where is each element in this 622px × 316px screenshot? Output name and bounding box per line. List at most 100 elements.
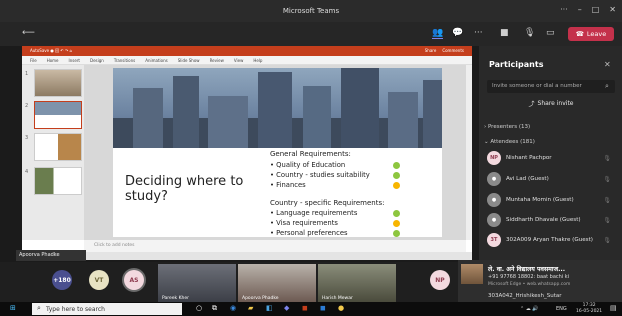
ppt-quick-access: AutoSave ● 回 ↶ ↷ ⌂ [30, 48, 73, 53]
notification-title: ले. वा. अने विद्यालय पवसमाज... [488, 266, 566, 273]
guest-avatar-icon: ● [487, 213, 501, 227]
invite-search-input[interactable]: Invite someone or dial a number [487, 80, 615, 93]
more-actions-icon[interactable]: ··· [474, 28, 483, 38]
slide-thumbnail[interactable] [34, 133, 82, 161]
ribbon-tab[interactable]: View [234, 58, 244, 63]
city-skyline-image [113, 68, 442, 148]
ppt-ribbon: File Home Insert Design Transitions Anim… [22, 56, 472, 65]
current-slide: Deciding where to study? General Require… [113, 68, 442, 237]
notification-toast[interactable]: ले. वा. अने विद्यालय पवसमाज... +91 97768… [458, 260, 622, 302]
notes-pane[interactable]: Click to add notes [84, 240, 466, 252]
system-tray-icons[interactable]: ⌃ ☁ 🔊 [520, 306, 539, 312]
notification-image [461, 264, 483, 284]
slide-scrollbar[interactable] [466, 65, 472, 240]
notification-message: +91 97768 18802: baat bachi ki [488, 274, 570, 280]
participant-row[interactable]: ● Muntaha Momin (Guest) 🎙 [487, 191, 615, 209]
search-icon: ⌕ [605, 82, 609, 90]
ribbon-tab[interactable]: Review [210, 58, 224, 63]
guest-avatar-icon: ● [487, 193, 501, 207]
slide-thumbnail-selected[interactable] [34, 101, 82, 129]
ribbon-tab[interactable]: Transitions [114, 58, 135, 63]
minimize-icon[interactable]: – [578, 5, 582, 14]
clock[interactable]: 17:32 16-05-2021 [576, 303, 602, 314]
ribbon-tab[interactable]: Insert [69, 58, 80, 63]
participants-title: Participants [489, 60, 544, 69]
mic-icon[interactable]: 🎙 [524, 28, 535, 38]
ribbon-tab[interactable]: Slide Show [178, 58, 200, 63]
ppt-comments-button[interactable]: Comments [442, 48, 464, 54]
status-dot-green [393, 210, 400, 217]
ppt-share-button[interactable]: Share [425, 48, 437, 54]
slide-number: 3 [25, 135, 29, 141]
more-icon[interactable]: ··· [560, 5, 568, 14]
title-bar: Microsoft Teams ··· – □ ✕ [0, 0, 622, 22]
participant-row[interactable]: NP Nishant Pachpor 🎙 [487, 149, 615, 167]
ribbon-tab[interactable]: Animations [145, 58, 167, 63]
clock-time: 17:32 [582, 303, 596, 308]
ribbon-tab[interactable]: Help [253, 58, 262, 63]
participant-row[interactable]: ● Avi Lad (Guest) 🎙 [487, 170, 615, 188]
participant-video[interactable]: Harish Mewar [318, 264, 396, 302]
share-invite-button[interactable]: ⤴ Share invite [487, 97, 615, 110]
bullet-item: • Personal preferences [270, 229, 348, 237]
ribbon-tab[interactable]: Home [47, 58, 59, 63]
share-tray-icon[interactable]: ▭ [546, 28, 555, 38]
meeting-toolbar: ⟵ 👥 💬 ··· ■ 🎙 ▭ [0, 22, 622, 46]
slide-thumbnail[interactable] [34, 69, 82, 97]
participant-avatar[interactable]: VT [89, 270, 109, 290]
camera-icon[interactable]: ■ [500, 28, 509, 38]
leave-button[interactable]: ☎ Leave [568, 27, 614, 41]
guest-avatar-icon: ● [487, 172, 501, 186]
search-icon: ⌕ [37, 304, 41, 312]
participant-video[interactable]: Apoorva Phadke [238, 264, 316, 302]
video-name-label: Harish Mewar [322, 296, 353, 301]
participants-icon[interactable]: 👥 [432, 28, 444, 39]
participant-name: Siddharth Dhavale (Guest) [506, 217, 581, 223]
slide-number: 1 [25, 71, 29, 77]
participant-avatar[interactable]: NP [430, 270, 450, 290]
edge-icon[interactable]: ◉ [230, 304, 236, 312]
participant-row[interactable]: ● Siddharth Dhavale (Guest) 🎙 [487, 211, 615, 229]
ppt-status-bar [22, 252, 472, 260]
ribbon-tab[interactable]: Design [90, 58, 104, 63]
teams-icon[interactable]: ◆ [284, 304, 289, 312]
task-view-icon[interactable]: ⧉ [212, 304, 217, 313]
cortana-icon[interactable]: ○ [196, 304, 202, 312]
word-icon[interactable]: ◼ [320, 304, 326, 312]
notification-next: 303A042_Hrishikesh_Sutar [488, 293, 562, 299]
participant-avatar[interactable]: AS [124, 270, 144, 290]
chat-icon[interactable]: 💬 [452, 28, 463, 38]
share-invite-label: Share invite [537, 100, 574, 107]
store-icon[interactable]: ◧ [266, 304, 273, 312]
slide-number: 2 [25, 103, 29, 109]
participant-avatar: NP [487, 151, 501, 165]
slide-thumbnail[interactable] [34, 167, 82, 195]
attendees-section[interactable]: ⌄ Attendees (181) [484, 139, 535, 145]
file-explorer-icon[interactable]: ▰ [248, 304, 253, 312]
language-indicator[interactable]: ENG [556, 306, 567, 312]
mic-muted-icon: 🎙 [603, 236, 611, 244]
status-dot-amber [393, 182, 400, 189]
mic-muted-icon: 🎙 [603, 196, 611, 204]
bullet-item: • Visa requirements [270, 219, 338, 227]
powerpoint-icon[interactable]: ◼ [302, 304, 308, 312]
overflow-count-badge[interactable]: +180 [52, 270, 72, 290]
chrome-icon[interactable]: ● [338, 304, 344, 312]
clock-date: 16-05-2021 [576, 308, 603, 314]
maximize-icon[interactable]: □ [592, 5, 600, 14]
participant-name: Muntaha Momin (Guest) [506, 197, 574, 203]
general-requirements-heading: General Requirements: [270, 150, 351, 158]
presenters-section[interactable]: › Presenters (13) [484, 124, 530, 130]
close-icon[interactable]: ✕ [609, 5, 616, 14]
back-icon[interactable]: ⟵ [22, 28, 35, 38]
ribbon-tab[interactable]: File [30, 58, 37, 63]
taskbar-search-input[interactable]: Type here to search [32, 303, 182, 315]
participant-row[interactable]: 3T 302A009 Aryan Thakre (Guest) 🎙 [487, 231, 615, 249]
close-icon[interactable]: ✕ [604, 60, 611, 69]
mic-muted-icon: 🎙 [603, 175, 611, 183]
windows-start-icon[interactable]: ⊞ [10, 304, 16, 312]
participant-video[interactable]: Pareek Kher [158, 264, 236, 302]
notifications-icon[interactable]: ▤ [610, 304, 617, 312]
search-placeholder: Type here to search [46, 305, 105, 313]
participant-name: Avi Lad (Guest) [506, 176, 549, 182]
